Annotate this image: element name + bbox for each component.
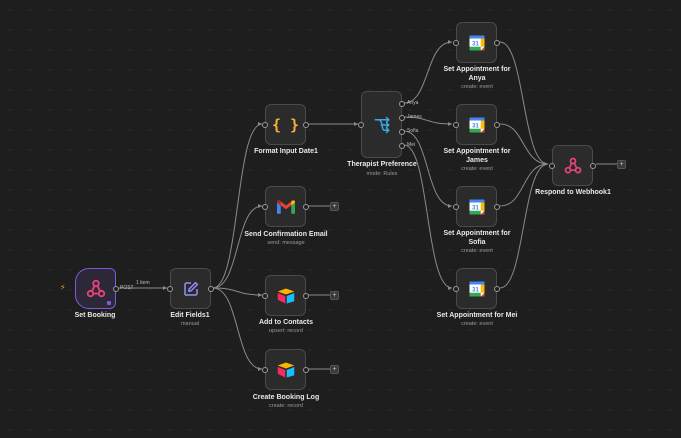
port-out[interactable] [494,286,500,292]
pencil-icon [183,281,198,296]
port-out[interactable] [208,286,214,292]
code-braces-icon: { } [271,115,300,134]
port-out-mei[interactable] [399,143,405,149]
node-sub-appt-james: create: event [461,166,493,172]
wire-anya-respond [499,41,549,165]
port-in[interactable] [262,204,268,210]
output-label-sofia: Sofia [407,128,419,134]
port-in[interactable] [453,286,459,292]
port-in[interactable] [453,204,459,210]
method-label: POST [120,285,134,291]
airtable-icon [277,288,294,303]
output-label-james: James [407,114,422,120]
node-sub-appt-mei: create: event [461,321,493,327]
wire-edit-contacts [212,287,263,296]
connection-wires [119,40,617,371]
node-booking-log[interactable] [262,349,309,390]
calendar-icon: 31 [469,199,484,214]
port-out[interactable] [303,204,309,210]
trigger-bolt-icon: ⚡ [60,283,66,292]
port-in[interactable] [549,163,555,169]
port-out[interactable] [590,163,596,169]
port-out[interactable] [494,122,500,128]
node-sub-booking-log: create: record [269,403,303,409]
wire-edit-email [212,205,263,289]
port-in[interactable] [453,40,459,46]
port-in[interactable] [262,122,268,128]
node-respond-webhook[interactable] [549,145,596,186]
node-set-booking[interactable] [75,268,119,309]
node-sub-send-email: send: message [267,240,305,246]
webhook-icon [86,279,105,297]
calendar-icon: 31 [469,117,484,132]
port-in[interactable] [453,122,459,128]
calendar-icon: 31 [469,281,484,296]
node-label-format-date: Format Input Date1 [254,148,318,155]
port-out-anya[interactable] [399,101,405,107]
port-in[interactable] [358,122,364,128]
calendar-icon: 31 [469,35,484,50]
port-out-james[interactable] [399,115,405,121]
port-out[interactable] [303,293,309,299]
label-line-2: James [466,156,488,164]
node-sub-add-contacts: upsert: record [269,328,303,334]
node-appt-anya[interactable]: 31 [453,22,500,63]
airtable-icon [277,362,294,377]
output-label-mei: Mei [407,142,416,148]
node-label-appt-sofia: Set Appointment for Sofia [417,230,537,247]
label-line-2: Sofia [468,238,486,246]
node-appt-mei[interactable]: 31 [453,268,500,309]
calendar-day: 31 [472,41,479,47]
port-in[interactable] [167,286,173,292]
wire-mei-respond [499,163,549,289]
port-out[interactable] [303,367,309,373]
label-line-1: Set Appointment for [443,66,511,73]
calendar-day: 31 [472,287,479,293]
node-appt-james[interactable]: 31 [453,104,500,145]
port-out-sofia[interactable] [399,129,405,135]
node-send-email[interactable] [262,186,309,227]
port-out[interactable] [494,40,500,46]
add-node-button[interactable]: + [330,365,339,374]
calendar-day: 31 [472,123,479,129]
add-node-button[interactable]: + [330,291,339,300]
edge-item-count: 1 item [136,280,150,286]
node-label-appt-mei: Set Appointment for Mei [436,312,518,319]
label-line-1: Set Appointment for [443,230,511,237]
label-line-2: Anya [468,74,486,82]
node-label-send-email: Send Confirmation Email [244,231,328,238]
port-in[interactable] [262,367,268,373]
workflow-canvas[interactable]: ⚡ POST 1 item Set Booking Edit Fields1 m… [0,0,681,438]
node-label-respond: Respond to Webhook1 [535,189,611,196]
webhook-icon [564,157,581,173]
switch-icon [374,116,389,133]
trigger-marker-icon [107,301,111,305]
node-sub-appt-sofia: create: event [461,248,493,254]
add-node-button[interactable]: + [617,160,626,169]
node-label-booking-log: Create Booking Log [252,394,320,401]
port-out[interactable] [494,204,500,210]
gmail-icon [276,199,295,214]
node-add-contacts[interactable] [262,275,309,316]
calendar-day: 31 [472,205,479,211]
node-label-add-contacts: Add to Contacts [258,319,314,326]
port-out[interactable] [303,122,309,128]
node-format-input-date[interactable]: { } [262,104,309,145]
port-out[interactable] [113,286,119,292]
node-therapist-preference[interactable] [358,91,405,158]
node-edit-fields[interactable] [167,268,214,309]
label-line-1: Set Appointment for [443,148,511,155]
node-label-appt-james: Set Appointment for James [417,148,537,165]
add-node-button[interactable]: + [330,202,339,211]
node-sub-appt-anya: create: event [461,84,493,90]
node-label-appt-anya: Set Appointment for Anya [417,66,537,83]
port-in[interactable] [262,293,268,299]
output-label-anya: Anya [407,100,419,106]
node-appt-sofia[interactable]: 31 [453,186,500,227]
